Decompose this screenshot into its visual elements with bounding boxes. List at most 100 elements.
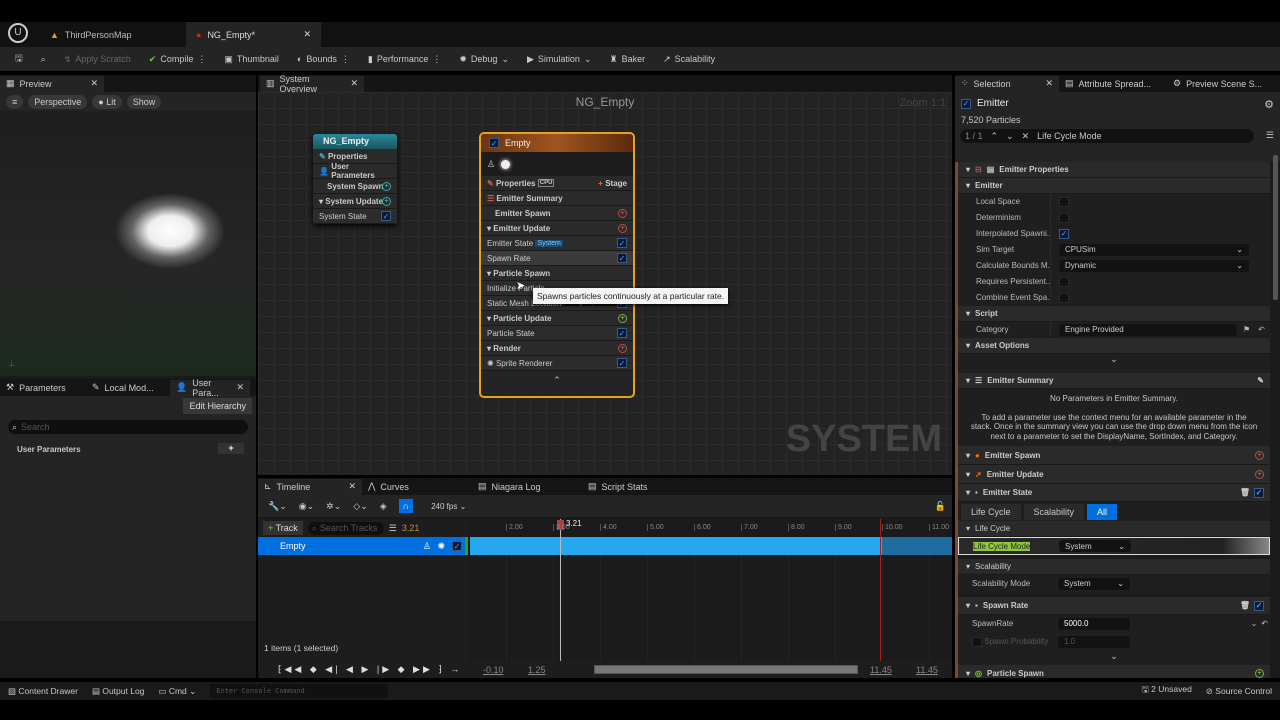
reset-icon[interactable]: ↶ xyxy=(1258,325,1265,334)
tab-thirdpersonmap[interactable]: ▲ ThirdPersonMap xyxy=(40,22,141,47)
range-end[interactable]: 11.45 xyxy=(916,665,938,675)
enabled-checkbox[interactable]: ✓ xyxy=(381,211,391,221)
system-state-row[interactable]: System State ✓ xyxy=(313,209,397,224)
tab-system-overview[interactable]: ▥ System Overview ✕ xyxy=(260,74,364,94)
filter-scalability[interactable]: Scalability xyxy=(1023,503,1085,520)
cmd-dropdown[interactable]: ▭ Cmd ⌄ xyxy=(158,686,196,697)
debug-button[interactable]: ✹ Debug ⌄ xyxy=(452,49,516,69)
tab-script-stats[interactable]: ▤ Script Stats xyxy=(582,479,654,495)
spawnrate-input[interactable]: 5000.0 xyxy=(1058,617,1130,630)
category-field[interactable]: Engine Provided xyxy=(1059,323,1237,336)
emitter-state-section[interactable]: ▾ ▪ Emitter State 🗑 ✓ xyxy=(958,484,1270,502)
emitter-enabled-checkbox[interactable]: ✓ xyxy=(489,138,499,148)
unsaved-button[interactable]: 🖫 2 Unsaved xyxy=(1142,684,1192,698)
emitter-update-row[interactable]: ▾ Emitter Update + xyxy=(481,221,633,236)
compile-button[interactable]: ✔ Compile ⋮ xyxy=(142,49,214,69)
property-checkbox[interactable] xyxy=(1059,276,1069,287)
output-log-button[interactable]: ▤ Output Log xyxy=(92,686,144,697)
script-category[interactable]: ▾ Script xyxy=(958,306,1270,322)
spawn-rate-section[interactable]: ▾ ▪ Spawn Rate 🗑 ✓ xyxy=(958,597,1270,615)
enabled-checkbox[interactable]: ✓ xyxy=(617,358,627,368)
end-range-marker[interactable] xyxy=(880,519,881,661)
particle-state-module[interactable]: Particle State ✓ xyxy=(481,326,633,341)
tab-curves[interactable]: ⋀ Curves xyxy=(362,479,472,495)
asset-options-category[interactable]: ▾ Asset Options xyxy=(958,338,1270,354)
add-module-icon[interactable]: + xyxy=(1255,469,1264,479)
content-drawer-button[interactable]: ▧ Content Drawer xyxy=(8,686,78,697)
expand-chevron-icon[interactable]: ⌄ xyxy=(958,354,1270,373)
emitter-properties-row[interactable]: ✎ Properties CPU + Stage xyxy=(481,176,633,191)
add-track-button[interactable]: + Track xyxy=(263,521,303,535)
tab-local-modules[interactable]: ✎ Local Mod... xyxy=(86,380,170,396)
spawn-probability-checkbox[interactable] xyxy=(972,636,982,647)
chevron-down-icon[interactable]: ⌄ xyxy=(1251,619,1258,628)
bounds-button[interactable]: ◐ Bounds ⋮ xyxy=(290,49,357,69)
timeline-scrollbar[interactable] xyxy=(594,665,858,674)
emitter-properties-section[interactable]: ▾ ⊟ ▤ Emitter Properties xyxy=(958,162,1270,178)
emitter-summary-row[interactable]: ☰ Emitter Summary xyxy=(481,191,633,206)
emitter-state-module[interactable]: Emitter State System ✓ xyxy=(481,236,633,251)
tab-selection[interactable]: ⁘ Selection ✕ xyxy=(955,75,1059,92)
browse-icon[interactable]: ⌕ xyxy=(34,49,53,69)
key-icon[interactable]: ◈ xyxy=(380,501,387,512)
clear-search-icon[interactable]: ✕ xyxy=(1022,131,1030,142)
property-checkbox[interactable]: ✓ xyxy=(1059,228,1069,239)
delete-icon[interactable]: 🗑 xyxy=(1240,601,1250,610)
tab-preview[interactable]: ▦ Preview ✕ xyxy=(0,75,104,92)
enabled-checkbox[interactable]: ✓ xyxy=(617,238,627,248)
enabled-checkbox[interactable]: ✓ xyxy=(617,253,627,263)
tab-niagara-log[interactable]: ▤ Niagara Log xyxy=(472,479,582,495)
gear-icon[interactable]: ⚙ xyxy=(1264,98,1274,111)
thumbnail-button[interactable]: ▣ Thumbnail xyxy=(217,49,286,69)
prev-result-icon[interactable]: ⌃ xyxy=(991,131,999,142)
particle-update-row[interactable]: ▾ Particle Update + xyxy=(481,311,633,326)
emitter-node[interactable]: ✓ Empty ♙ ✎ Properties CPU + Stage ☰ Emitt… xyxy=(479,132,635,398)
console-input[interactable]: Enter Console Command xyxy=(210,684,389,698)
particle-spawn-section[interactable]: ▾ ◎ Particle Spawn + xyxy=(958,665,1270,678)
stack-search-input[interactable]: 1 / 1 ⌃ ⌄ ✕ Life Cycle Mode xyxy=(960,129,1254,143)
system-spawn-row[interactable]: System Spawn + xyxy=(313,179,397,194)
tab-ng-empty[interactable]: ● NG_Empty* ✕ xyxy=(186,22,321,47)
tab-preview-scene-settings[interactable]: ⚙ Preview Scene S... xyxy=(1167,76,1268,92)
tab-timeline[interactable]: ⊾ Timeline ✕ xyxy=(258,478,362,495)
lock-icon[interactable]: 🔓 xyxy=(935,501,946,512)
expand-chevron-icon[interactable]: ⌄ xyxy=(958,651,1270,665)
emitter-spawn-row[interactable]: Emitter Spawn + xyxy=(481,206,633,221)
search-tracks-input[interactable]: ⌕ Search Tracks xyxy=(307,521,384,535)
spawn-rate-module[interactable]: Spawn Rate ✓ xyxy=(481,251,633,266)
property-dropdown[interactable]: CPUSim ⌄ xyxy=(1059,243,1249,256)
search-input[interactable]: ⌕ Search xyxy=(8,420,248,434)
menu-icon[interactable]: ≡ xyxy=(6,94,24,109)
add-module-icon[interactable]: + xyxy=(382,196,391,206)
performance-button[interactable]: ▮ Performance ⋮ xyxy=(361,49,448,69)
keyframe-icon[interactable]: ◇⌄ xyxy=(353,501,367,512)
perspective-button[interactable]: Perspective xyxy=(28,94,88,109)
view-end[interactable]: 11.45 xyxy=(870,665,892,675)
emitter-summary-section[interactable]: ▾ ☰ Emitter Summary ✎ xyxy=(958,373,1270,389)
add-module-icon[interactable]: + xyxy=(618,208,627,218)
emitter-enabled-checkbox[interactable]: ✓ xyxy=(961,98,971,109)
add-module-icon[interactable]: + xyxy=(618,223,627,233)
timeline-area[interactable]: 3.21 2.00 3.00 4.00 5.00 6.00 7.00 8.00 9.00 10.… xyxy=(470,519,952,661)
system-node[interactable]: NG_Empty ✎ Properties 👤 User Parameters … xyxy=(313,134,397,224)
lit-button[interactable]: ● Lit xyxy=(92,94,122,109)
add-module-icon[interactable]: + xyxy=(1255,669,1264,678)
property-checkbox[interactable] xyxy=(1059,212,1069,223)
add-renderer-icon[interactable]: + xyxy=(618,343,627,353)
reset-icon[interactable]: ↶ xyxy=(1261,619,1268,628)
delete-icon[interactable]: 🗑 xyxy=(1240,488,1250,497)
baker-button[interactable]: ♜ Baker xyxy=(602,49,652,69)
add-parameter-button[interactable]: + xyxy=(218,443,244,454)
close-icon[interactable]: ✕ xyxy=(348,481,356,492)
close-icon[interactable]: ✕ xyxy=(303,29,311,40)
next-result-icon[interactable]: ⌄ xyxy=(1006,131,1014,142)
playhead-line[interactable] xyxy=(560,519,561,661)
property-checkbox[interactable] xyxy=(1059,196,1069,207)
flag-icon[interactable]: ⚑ xyxy=(1243,325,1250,334)
filter-life-cycle[interactable]: Life Cycle xyxy=(961,503,1021,520)
edit-hierarchy-button[interactable]: Edit Hierarchy xyxy=(183,398,252,414)
add-module-icon[interactable]: + xyxy=(382,181,391,191)
close-icon[interactable]: ✕ xyxy=(1045,78,1053,89)
emitter-track-bar[interactable] xyxy=(470,537,882,555)
close-icon[interactable]: ✕ xyxy=(90,78,98,89)
